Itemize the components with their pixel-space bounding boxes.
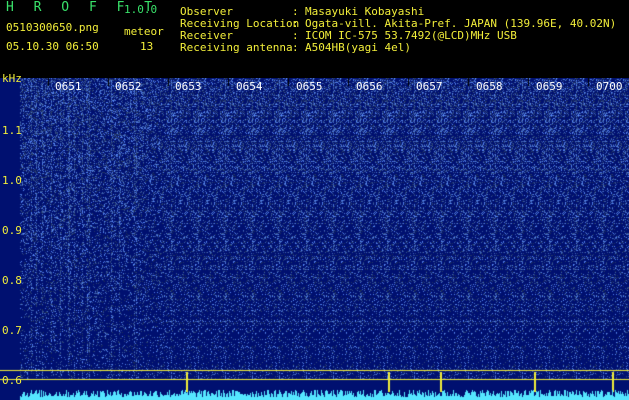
x-tick-label: 0655 bbox=[296, 80, 323, 93]
x-tick-label: 0700 bbox=[596, 80, 623, 93]
x-tick-label: 0652 bbox=[115, 80, 142, 93]
y-tick-label: 0.7 bbox=[2, 324, 22, 337]
antenna-label: Receiving antenna bbox=[180, 41, 293, 54]
x-tick-label: 0654 bbox=[236, 80, 263, 93]
meteor-label: meteor bbox=[124, 25, 164, 38]
x-tick-label: 0659 bbox=[536, 80, 563, 93]
x-tick-label: 0657 bbox=[416, 80, 443, 93]
y-unit-label: kHz bbox=[2, 72, 22, 85]
y-tick-label: 0.8 bbox=[2, 274, 22, 287]
x-tick-label: 0653 bbox=[175, 80, 202, 93]
meteor-count: 13 bbox=[140, 40, 154, 53]
y-tick-label: 0.9 bbox=[2, 224, 22, 237]
y-tick-label: 0.6 bbox=[2, 374, 22, 387]
datetime: 05.10.30 06:50 bbox=[6, 40, 99, 53]
y-tick-label: 1.1 bbox=[2, 124, 22, 137]
filename: 0510300650.png bbox=[6, 21, 99, 34]
antenna-value: A504HB(yagi 4el) bbox=[305, 41, 411, 54]
colon: : bbox=[292, 41, 299, 54]
x-tick-label: 0656 bbox=[356, 80, 383, 93]
x-tick-label: 0658 bbox=[476, 80, 503, 93]
x-tick-label: 0651 bbox=[55, 80, 82, 93]
y-tick-label: 1.0 bbox=[2, 174, 22, 187]
spectrogram-canvas bbox=[0, 78, 629, 400]
header-panel: H R O F F T 1.0.0 0510300650.png meteor … bbox=[0, 0, 629, 78]
app-version: 1.0.0 bbox=[124, 3, 158, 16]
